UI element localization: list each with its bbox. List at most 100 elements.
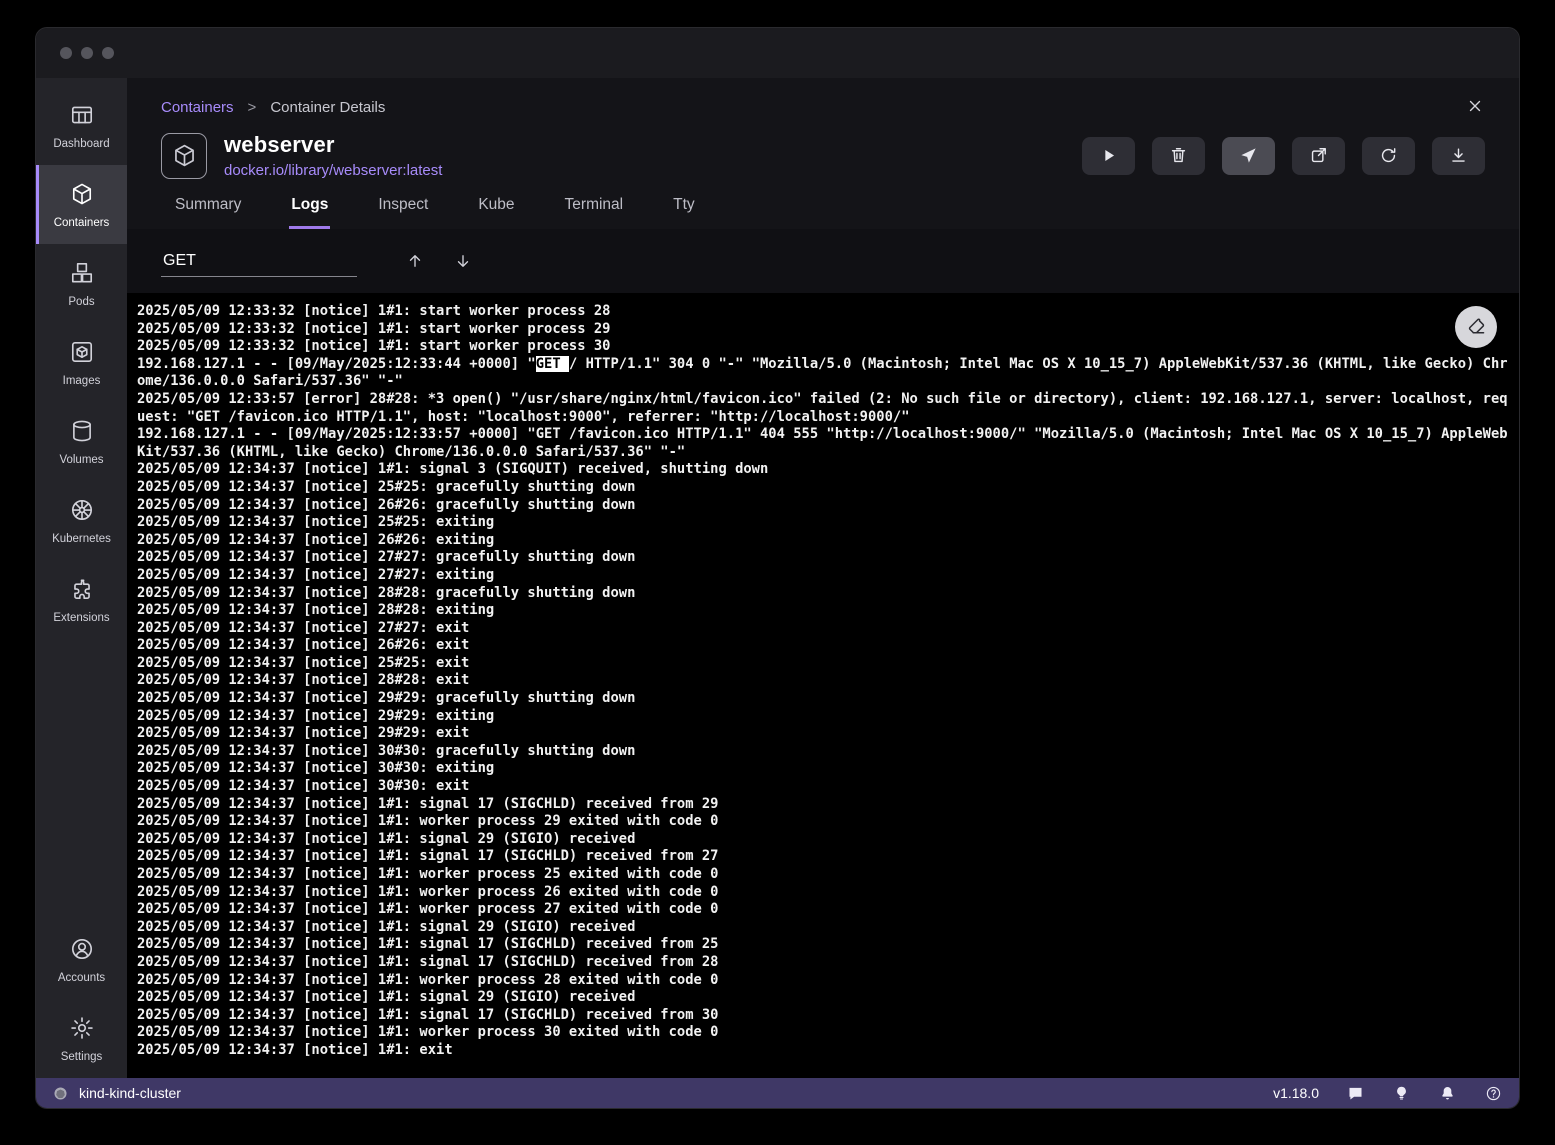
lightbulb-icon	[1393, 1085, 1410, 1102]
breadcrumb-containers-link[interactable]: Containers	[161, 99, 234, 116]
sidebar-item-label: Settings	[61, 1051, 103, 1063]
log-line: 2025/05/09 12:34:37 [notice] 1#1: signal…	[137, 989, 1511, 1007]
traffic-light-buttons[interactable]	[60, 47, 114, 59]
cluster-name-label: kind-kind-cluster	[79, 1085, 181, 1101]
log-line: 2025/05/09 12:34:37 [notice] 26#26: exit…	[137, 532, 1511, 550]
close-icon	[1466, 97, 1484, 115]
log-line: 2025/05/09 12:34:37 [notice] 29#29: grac…	[137, 690, 1511, 708]
sidebar-item-volumes[interactable]: Volumes	[36, 402, 127, 481]
images-icon	[69, 339, 95, 368]
deploy-to-kubernetes-button[interactable]	[1222, 137, 1275, 175]
tab-kube[interactable]: Kube	[476, 196, 516, 229]
log-line: 2025/05/09 12:34:37 [notice] 28#28: exit	[137, 672, 1511, 690]
container-name: webserver	[224, 132, 442, 158]
help-icon	[1485, 1085, 1502, 1102]
log-line: 2025/05/09 12:34:37 [notice] 1#1: worker…	[137, 1024, 1511, 1042]
log-line: 2025/05/09 12:34:37 [notice] 26#26: exit	[137, 637, 1511, 655]
sidebar-item-kubernetes[interactable]: Kubernetes	[36, 481, 127, 560]
tab-label: Inspect	[378, 196, 428, 213]
sidebar-item-label: Images	[63, 375, 101, 387]
tab-label: Kube	[478, 196, 514, 213]
sidebar-spacer	[36, 639, 127, 920]
main-layout: Dashboard Containers Pods Images Volumes…	[36, 78, 1519, 1078]
sidebar-item-pods[interactable]: Pods	[36, 244, 127, 323]
arrow-down-icon	[454, 252, 472, 270]
window-close-dot[interactable]	[60, 47, 72, 59]
bell-icon	[1439, 1085, 1456, 1102]
cluster-icon	[52, 1085, 69, 1102]
close-details-button[interactable]	[1461, 92, 1489, 120]
tab-terminal[interactable]: Terminal	[563, 196, 626, 229]
log-lines: 2025/05/09 12:33:32 [notice] 1#1: start …	[137, 303, 1511, 1060]
window-titlebar	[36, 28, 1519, 78]
sidebar-item-accounts[interactable]: Accounts	[36, 920, 127, 999]
export-container-button[interactable]	[1432, 137, 1485, 175]
tab-inspect[interactable]: Inspect	[376, 196, 430, 229]
tab-tty[interactable]: Tty	[671, 196, 697, 229]
log-line: 2025/05/09 12:34:37 [notice] 28#28: exit…	[137, 602, 1511, 620]
log-line: 2025/05/09 12:34:37 [notice] 1#1: signal…	[137, 461, 1511, 479]
sidebar-item-settings[interactable]: Settings	[36, 999, 127, 1078]
log-line: 2025/05/09 12:34:37 [notice] 1#1: worker…	[137, 901, 1511, 919]
accounts-icon	[69, 936, 95, 965]
sidebar-item-images[interactable]: Images	[36, 323, 127, 402]
sidebar-item-label: Containers	[54, 217, 110, 229]
container-image-link[interactable]: docker.io/library/webserver:latest	[224, 162, 442, 179]
log-line: 2025/05/09 12:34:37 [notice] 1#1: signal…	[137, 919, 1511, 937]
open-browser-button[interactable]	[1292, 137, 1345, 175]
log-line: 2025/05/09 12:34:37 [notice] 1#1: signal…	[137, 954, 1511, 972]
sidebar-item-label: Kubernetes	[52, 533, 111, 545]
tab-label: Terminal	[565, 196, 624, 213]
download-icon	[1449, 146, 1468, 165]
help-button[interactable]	[1483, 1083, 1503, 1103]
search-prev-button[interactable]	[399, 245, 431, 277]
dashboard-icon	[69, 102, 95, 131]
container-actions	[1082, 137, 1485, 175]
containers-icon	[69, 181, 95, 210]
tab-label: Summary	[175, 196, 241, 213]
pods-icon	[69, 260, 95, 289]
log-line: 2025/05/09 12:34:37 [notice] 30#30: exit…	[137, 760, 1511, 778]
kubernetes-icon	[69, 497, 95, 526]
sidebar-item-extensions[interactable]: Extensions	[36, 560, 127, 639]
tab-summary[interactable]: Summary	[173, 196, 243, 229]
sidebar-item-label: Accounts	[58, 972, 105, 984]
log-line: 2025/05/09 12:34:37 [notice] 1#1: signal…	[137, 848, 1511, 866]
restart-container-button[interactable]	[1362, 137, 1415, 175]
sidebar-item-label: Volumes	[59, 454, 103, 466]
log-line: 2025/05/09 12:34:37 [notice] 29#29: exit…	[137, 708, 1511, 726]
tips-button[interactable]	[1391, 1083, 1411, 1103]
log-text: 192.168.127.1 - - [09/May/2025:12:33:44 …	[137, 356, 536, 372]
sidebar-item-dashboard[interactable]: Dashboard	[36, 86, 127, 165]
log-line: 2025/05/09 12:34:37 [notice] 26#26: grac…	[137, 497, 1511, 515]
feedback-button[interactable]	[1345, 1083, 1365, 1103]
log-line: 2025/05/09 12:34:37 [notice] 1#1: signal…	[137, 831, 1511, 849]
chat-icon	[1347, 1085, 1364, 1102]
log-search-input[interactable]	[161, 246, 357, 277]
window-zoom-dot[interactable]	[102, 47, 114, 59]
search-next-button[interactable]	[447, 245, 479, 277]
log-viewer[interactable]: 2025/05/09 12:33:32 [notice] 1#1: start …	[127, 293, 1519, 1078]
extensions-icon	[69, 576, 95, 605]
cluster-status-item[interactable]: kind-kind-cluster	[52, 1085, 181, 1102]
log-line: 192.168.127.1 - - [09/May/2025:12:33:44 …	[137, 356, 1511, 391]
sidebar-item-containers[interactable]: Containers	[36, 165, 127, 244]
clear-logs-button[interactable]	[1455, 306, 1497, 348]
status-bar: kind-kind-cluster v1.18.0	[36, 1078, 1519, 1108]
version-label[interactable]: v1.18.0	[1273, 1085, 1319, 1101]
log-line: 2025/05/09 12:34:37 [notice] 27#27: exit…	[137, 567, 1511, 585]
notifications-button[interactable]	[1437, 1083, 1457, 1103]
window-minimize-dot[interactable]	[81, 47, 93, 59]
log-line: 2025/05/09 12:34:37 [notice] 30#30: exit	[137, 778, 1511, 796]
log-line: 2025/05/09 12:34:37 [notice] 27#27: exit	[137, 620, 1511, 638]
sidebar-item-label: Dashboard	[53, 138, 109, 150]
log-line: 2025/05/09 12:34:37 [notice] 1#1: signal…	[137, 936, 1511, 954]
delete-container-button[interactable]	[1152, 137, 1205, 175]
tab-logs[interactable]: Logs	[289, 196, 330, 229]
start-container-button[interactable]	[1082, 137, 1135, 175]
statusbar-right: v1.18.0	[1273, 1083, 1503, 1103]
content-area: Containers > Container Details webserver…	[127, 78, 1519, 1078]
container-title-row: webserver docker.io/library/webserver:la…	[161, 132, 1485, 179]
container-details-header: Containers > Container Details webserver…	[127, 78, 1519, 229]
app-window: Dashboard Containers Pods Images Volumes…	[36, 28, 1519, 1108]
